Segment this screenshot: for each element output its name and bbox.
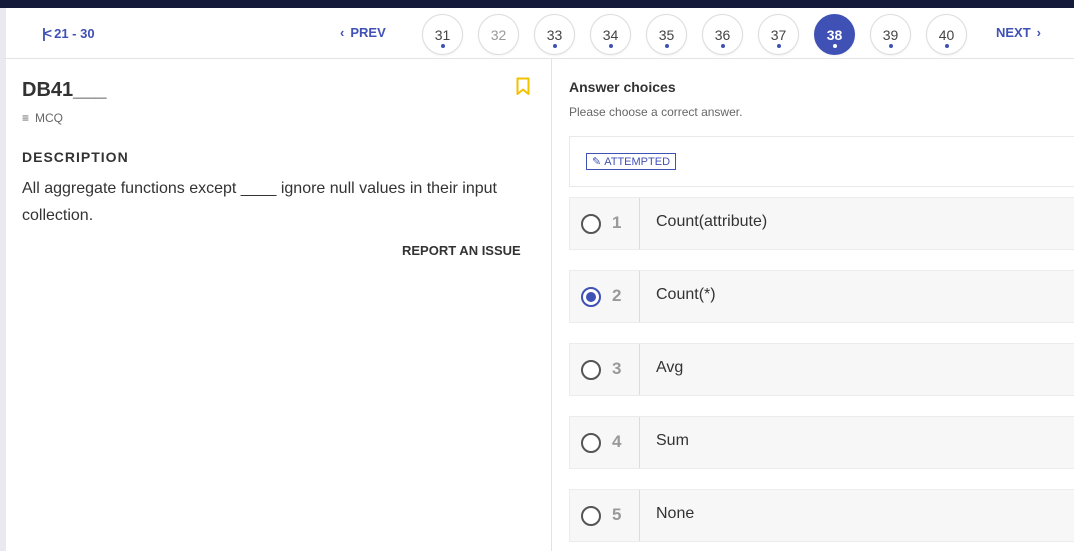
top-bar [0,0,1074,8]
page-button[interactable]: 32 [478,14,519,55]
page-list: 31 32 33 34 35 36 37 38 39 40 [422,14,967,55]
option-divider [639,198,640,249]
option-number: 4 [612,432,622,451]
answer-option[interactable]: 4 Sum [569,416,1074,469]
attempted-dot [832,44,837,48]
answer-choices-heading: Answer choices [569,79,676,95]
page-button[interactable]: 31 [422,14,463,55]
option-text: Sum [656,432,689,449]
option-number: 5 [612,505,622,524]
option-divider [639,344,640,395]
page-button[interactable]: 35 [646,14,687,55]
attempted-dot [440,44,445,48]
attempted-dot [944,44,949,48]
option-number: 3 [612,359,622,378]
radio-button[interactable] [581,506,601,526]
answer-choices-subheading: Please choose a correct answer. [569,105,743,119]
radio-button[interactable] [581,214,601,234]
option-divider [639,417,640,468]
attempted-dot [608,44,613,48]
option-number: 2 [612,286,622,305]
first-page-icon: |< [42,25,52,41]
prev-button[interactable]: ‹ PREV [340,25,386,40]
radio-button-checked[interactable] [581,287,601,307]
prev-label: PREV [350,25,386,40]
option-text: Count(attribute) [656,213,768,230]
question-type: ≡ MCQ [22,111,63,125]
answer-panel: Answer choices Please choose a correct a… [553,59,1074,551]
page-button[interactable]: 37 [758,14,799,55]
chevron-left-icon: ‹ [340,25,345,40]
answer-option[interactable]: 5 None [569,489,1074,542]
question-type-label: MCQ [35,111,64,125]
attempted-dot [776,44,781,48]
option-divider [639,490,640,541]
pencil-icon: ✎ [592,156,602,168]
answer-option-selected[interactable]: 2 Count(*) [569,270,1074,323]
range-link[interactable]: |< 21 - 30 [42,25,95,41]
option-text: None [656,505,695,522]
range-label: 21 - 30 [54,25,95,41]
attempted-dot [664,44,669,48]
page-button-current[interactable]: 38 [814,14,855,55]
description-text: All aggregate functions except ____ igno… [22,180,497,224]
bookmark-icon[interactable] [516,77,530,96]
radio-button[interactable] [581,360,601,380]
list-icon: ≡ [22,111,30,125]
option-number: 1 [612,213,622,232]
next-button[interactable]: NEXT › [996,25,1041,40]
status-badge-label: ATTEMPTED [604,155,671,168]
page-button[interactable]: 40 [926,14,967,55]
answer-option[interactable]: 3 Avg [569,343,1074,396]
radio-button[interactable] [581,433,601,453]
description-heading: DESCRIPTION [22,149,129,165]
report-issue-button[interactable]: REPORT AN ISSUE [402,243,521,258]
attempted-dot [888,44,893,48]
question-title: DB41___ [22,79,107,101]
attempted-dot [552,44,557,48]
next-label: NEXT [996,25,1031,40]
option-text: Count(*) [656,286,716,303]
page-button[interactable]: 33 [534,14,575,55]
question-navigation-bar: |< 21 - 30 ‹ PREV 31 32 33 34 35 36 37 3… [0,8,1074,59]
option-text: Avg [656,359,684,376]
page-button[interactable]: 36 [702,14,743,55]
page-button[interactable]: 34 [590,14,631,55]
question-panel: DB41___ ≡ MCQ DESCRIPTION All aggregate … [0,59,552,551]
page-button[interactable]: 39 [870,14,911,55]
chevron-right-icon: › [1036,25,1042,40]
option-divider [639,271,640,322]
answer-option[interactable]: 1 Count(attribute) [569,197,1074,250]
status-box: ✎ ATTEMPTED [569,136,1074,187]
attempted-dot [720,44,725,48]
status-badge: ✎ ATTEMPTED [586,153,677,170]
